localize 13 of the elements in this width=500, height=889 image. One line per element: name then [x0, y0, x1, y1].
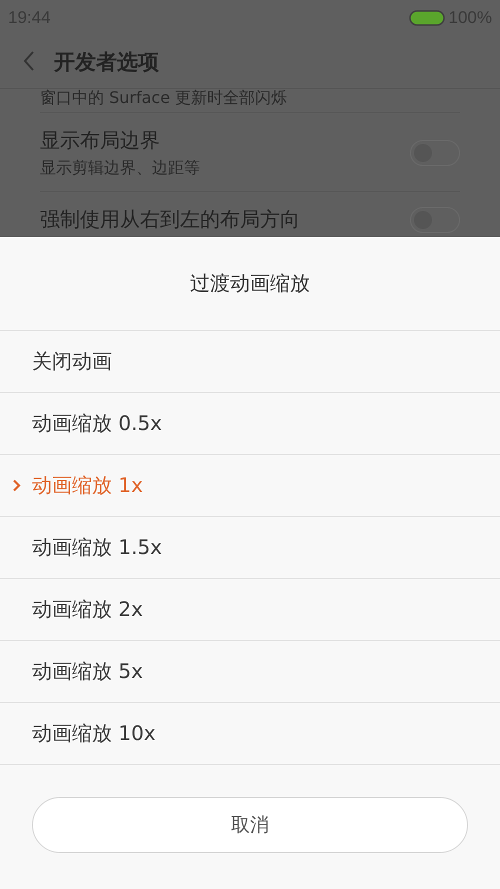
option-item[interactable]: 动画缩放 2x [0, 579, 500, 641]
option-item[interactable]: 动画缩放 1.5x [0, 517, 500, 579]
cancel-button[interactable]: 取消 [32, 797, 468, 853]
battery-icon [408, 10, 445, 26]
option-item[interactable]: 动画缩放 0.5x [0, 393, 500, 455]
option-item[interactable]: 动画缩放 10x [0, 703, 500, 765]
dialog-title: 过渡动画缩放 [0, 237, 500, 331]
option-item[interactable]: 关闭动画 [0, 331, 500, 393]
chevron-icon [12, 479, 21, 492]
setting-title: 强制使用从右到左的布局方向 [40, 206, 300, 233]
setting-title: 显示布局边界 [40, 127, 161, 154]
page-title: 开发者选项 [54, 49, 159, 76]
option-item[interactable]: 动画缩放 5x [0, 641, 500, 703]
